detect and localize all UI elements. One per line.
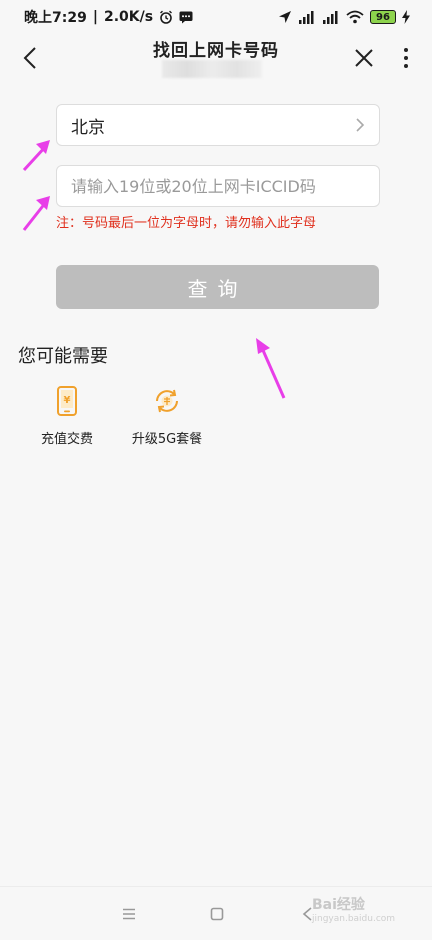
region-value: 北京 [71, 117, 105, 138]
upgrade-5g-item[interactable]: 升级5G套餐 [122, 384, 212, 447]
status-bar: 晚上7:29 | 2.0K/s 96 [0, 0, 432, 34]
nav-bar: 找回上网卡号码 [0, 34, 432, 82]
charging-icon [402, 10, 410, 24]
home-square-icon [210, 907, 224, 921]
status-separator: | [92, 9, 98, 25]
recharge-item[interactable]: ¥ 充值交费 [22, 384, 112, 447]
suggestions-title: 您可能需要 [18, 346, 108, 367]
annotation-arrow-region [22, 140, 50, 172]
close-icon [355, 49, 373, 67]
query-button[interactable]: 查询 [56, 265, 379, 309]
more-menu-button[interactable] [396, 44, 416, 72]
svg-text:¥: ¥ [64, 395, 71, 406]
more-dot [404, 56, 408, 60]
upgrade-5g-label: 升级5G套餐 [131, 432, 203, 447]
wifi-icon [346, 10, 364, 24]
signal-icon-2 [322, 10, 340, 24]
location-icon [278, 10, 292, 24]
watermark-url: jingyan.baidu.com [312, 914, 396, 924]
more-dot [404, 64, 408, 68]
more-dot [404, 48, 408, 52]
annotation-arrow-iccid [22, 196, 50, 231]
annotation-arrow-query [256, 338, 286, 399]
message-icon [179, 11, 193, 24]
package-upgrade-icon [150, 384, 184, 418]
watermark-text: Bai经验 [312, 897, 365, 913]
screen: 晚上7:29 | 2.0K/s 96 找回上网卡号码 北京 请输入19位或20位… [0, 0, 432, 940]
system-home-button[interactable] [206, 903, 228, 925]
alarm-icon [159, 10, 173, 24]
status-right: 96 [278, 10, 410, 24]
region-selector[interactable]: 北京 [56, 104, 380, 146]
chevron-right-icon [356, 118, 365, 132]
menu-icon [123, 908, 135, 920]
battery-indicator: 96 [370, 10, 396, 24]
phone-yuan-icon: ¥ [50, 384, 84, 418]
baidu-jingyan-watermark: Bai经验 jingyan.baidu.com [312, 894, 395, 924]
iccid-note: 注：号码最后一位为字母时，请勿输入此字母 [56, 216, 317, 231]
signal-icon [298, 10, 316, 24]
close-button[interactable] [350, 44, 378, 72]
status-time: 晚上7:29 [24, 10, 87, 26]
system-menu-button[interactable] [118, 903, 140, 925]
status-network-speed: 2.0K/s [103, 9, 154, 25]
iccid-field [56, 165, 380, 207]
iccid-input[interactable] [71, 176, 365, 196]
recharge-label: 充值交费 [40, 432, 93, 447]
status-left: 晚上7:29 | 2.0K/s [24, 7, 193, 27]
blurred-subtitle [162, 60, 262, 78]
